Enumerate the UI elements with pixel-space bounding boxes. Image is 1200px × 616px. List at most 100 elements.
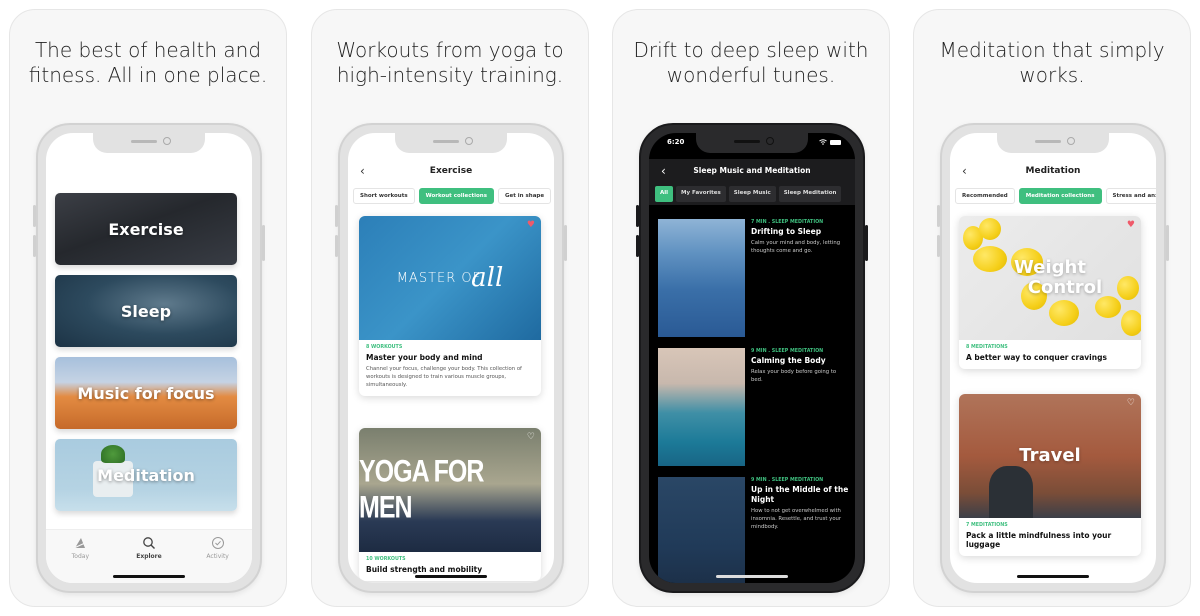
collection-card[interactable]: ♥ MASTER OF all 8 WORKOUTS Master your b… <box>359 216 541 396</box>
chip-meditation-collections[interactable]: Meditation collections <box>1018 188 1102 204</box>
home-indicator <box>415 575 487 578</box>
chip-sleep-music[interactable]: Sleep Music <box>728 186 776 202</box>
card-image: ♥ Weight Control <box>959 216 1141 340</box>
power-button <box>1166 225 1169 261</box>
collection-card[interactable]: ♡ Travel 7 MEDITATIONS Pack a little min… <box>959 394 1141 556</box>
plant-illustration <box>101 445 125 463</box>
chip-sleep-meditation[interactable]: Sleep Meditation <box>778 186 842 202</box>
chip-my-favorites[interactable]: My Favorites <box>676 186 726 202</box>
item-meta: 7 MIN . SLEEP MEDITATION <box>751 220 824 225</box>
chip-get-in-shape[interactable]: Get in shape <box>498 188 552 204</box>
notch <box>696 133 808 153</box>
phone-mockup: Exercise Sleep Music for focus Meditatio… <box>33 123 265 593</box>
item-description: How to not get overwhelmed with insomnia… <box>751 508 842 530</box>
collection-card[interactable]: ♡ YOGA FOR MEN 10 WORKOUTS Build strengt… <box>359 428 541 581</box>
card-meta: 8 WORKOUTS <box>366 345 403 350</box>
volume-button <box>33 235 36 257</box>
card-description: Channel your focus, challenge your body.… <box>366 366 522 388</box>
card-image-text: all <box>471 263 504 293</box>
tile-label: Meditation <box>97 465 195 485</box>
item-thumbnail <box>658 348 745 466</box>
today-icon <box>74 538 86 549</box>
notch <box>395 133 507 153</box>
phone-screen: ‹ Exercise Short workouts Workout collec… <box>348 133 554 583</box>
item-meta: 9 MIN . SLEEP MEDITATION <box>751 478 824 483</box>
back-icon[interactable]: ‹ <box>360 159 365 183</box>
tab-activity[interactable]: Activity <box>188 536 248 583</box>
caption-line: The best of health and <box>34 38 262 62</box>
home-indicator <box>1017 575 1089 578</box>
panel-sleep: Drift to deep sleep with wonderful tunes… <box>612 9 890 607</box>
list-item[interactable]: 9 MIN . SLEEP MEDITATION Up in the Middl… <box>658 477 849 583</box>
tab-today[interactable]: Today <box>50 536 110 583</box>
lemon-illustration <box>1095 296 1121 318</box>
search-icon <box>143 537 155 549</box>
page-title: Sleep Music and Meditation <box>693 166 811 175</box>
caption-line: works. <box>1019 63 1085 87</box>
phone-screen: 6:20 ‹ Sleep Music and Meditation All My… <box>649 133 855 583</box>
caption-line: wonderful tunes. <box>666 63 836 87</box>
card-meta: 10 WORKOUTS <box>366 557 406 562</box>
chip-stress-and-anxiety[interactable]: Stress and anxiet <box>1105 188 1156 204</box>
check-circle-icon <box>211 537 224 549</box>
status-time: 6:20 <box>667 138 685 146</box>
panel-caption: Drift to deep sleep with wonderful tunes… <box>613 38 889 88</box>
caption-line: fitness. All in one place. <box>28 63 268 87</box>
phone-screen: ‹ Meditation Recommended Meditation coll… <box>950 133 1156 583</box>
category-tile-exercise[interactable]: Exercise <box>55 193 237 265</box>
card-title: Pack a little mindfulness into your lugg… <box>966 531 1112 549</box>
app-header: ‹ Exercise <box>348 159 554 183</box>
card-title: Master your body and mind <box>366 353 483 362</box>
chip-recommended[interactable]: Recommended <box>955 188 1015 204</box>
app-header: ‹ Sleep Music and Meditation <box>649 159 855 183</box>
power-button <box>865 225 868 261</box>
volume-button <box>335 205 338 227</box>
item-description: Calm your mind and body, letting thought… <box>751 240 841 254</box>
back-icon[interactable]: ‹ <box>661 159 666 183</box>
heart-filled-icon[interactable]: ♥ <box>527 221 535 230</box>
lemon-illustration <box>1121 310 1141 336</box>
app-header: ‹ Meditation <box>950 159 1156 183</box>
heart-outline-icon[interactable]: ♡ <box>1127 399 1135 408</box>
caption-line: Workouts from yoga to <box>336 38 564 62</box>
notch <box>93 133 205 153</box>
card-image: ♥ MASTER OF all <box>359 216 541 340</box>
volume-button <box>937 205 940 227</box>
collection-card[interactable]: ♥ Weight Control 8 MEDITATIONS A better … <box>959 216 1141 369</box>
wifi-icon <box>819 139 827 145</box>
panel-caption: Meditation that simply works. <box>914 38 1190 88</box>
page-title: Meditation <box>1025 166 1081 176</box>
item-meta: 9 MIN . SLEEP MEDITATION <box>751 349 824 354</box>
filter-chips: Short workouts Workout collections Get i… <box>353 188 554 204</box>
phone-mockup: ‹ Meditation Recommended Meditation coll… <box>937 123 1169 593</box>
card-image-text: YOGA FOR MEN <box>359 453 484 525</box>
lemon-illustration <box>979 218 1001 240</box>
hiker-illustration <box>989 466 1033 518</box>
heart-outline-icon[interactable]: ♡ <box>527 433 535 442</box>
card-meta: 8 MEDITATIONS <box>966 345 1008 350</box>
tile-label: Exercise <box>108 219 184 239</box>
category-tile-meditation[interactable]: Meditation <box>55 439 237 511</box>
list-item[interactable]: 7 MIN . SLEEP MEDITATION Drifting to Sle… <box>658 219 849 337</box>
power-button <box>262 225 265 261</box>
back-icon[interactable]: ‹ <box>962 159 967 183</box>
item-title: Drifting to Sleep <box>751 227 822 236</box>
category-tile-sleep[interactable]: Sleep <box>55 275 237 347</box>
chip-short-workouts[interactable]: Short workouts <box>353 188 415 204</box>
card-image-text: Control <box>1027 277 1103 298</box>
home-indicator <box>716 575 788 578</box>
item-title: Up in the Middle of the Night <box>751 485 849 504</box>
tab-label: Today <box>71 553 89 560</box>
caption-line: Drift to deep sleep with <box>633 38 869 62</box>
volume-button <box>636 205 639 227</box>
heart-filled-icon[interactable]: ♥ <box>1127 221 1135 230</box>
list-item[interactable]: 9 MIN . SLEEP MEDITATION Calming the Bod… <box>658 348 849 466</box>
chip-all[interactable]: All <box>655 186 674 202</box>
panel-explore: The best of health and fitness. All in o… <box>9 9 287 607</box>
home-indicator <box>113 575 185 578</box>
category-tile-music-for-focus[interactable]: Music for focus <box>55 357 237 429</box>
chip-workout-collections[interactable]: Workout collections <box>418 188 494 204</box>
caption-line: Meditation that simply <box>939 38 1165 62</box>
panel-caption: The best of health and fitness. All in o… <box>10 38 286 88</box>
filter-chips: All My Favorites Sleep Music Sleep Medit… <box>649 183 855 205</box>
